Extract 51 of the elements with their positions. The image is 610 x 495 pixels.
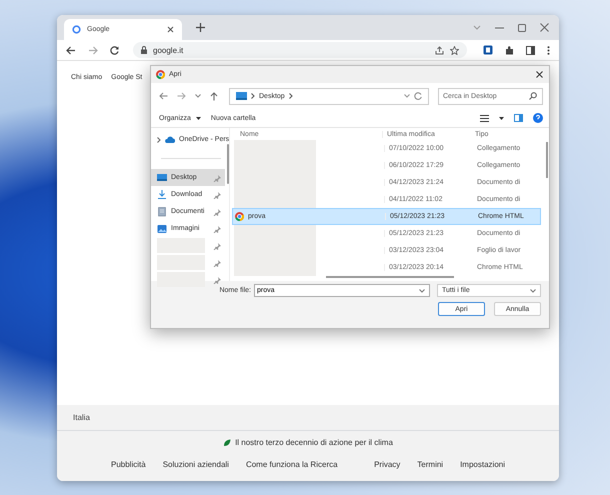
scrollbar-thumb[interactable] [227,144,229,184]
cloud-icon [165,134,175,144]
address-bar[interactable]: google.it [133,42,467,58]
forward-icon[interactable] [88,46,98,54]
leaf-icon [223,438,232,446]
footer-link[interactable]: Pubblicità [111,460,146,469]
more-icon[interactable] [547,46,550,54]
forward-icon[interactable] [177,92,186,100]
climate-link[interactable]: Il nostro terzo decennio di azione per il clima [235,438,393,447]
chevron-down-icon [530,288,536,292]
close-icon[interactable] [536,71,543,78]
chevron-down-icon[interactable] [404,94,410,98]
download-icon [157,190,167,200]
caret-icon [196,116,201,120]
footer-link[interactable]: Privacy [374,460,400,469]
country-label: Italia [57,405,559,431]
caret-icon[interactable] [499,116,504,120]
scrollbar-thumb[interactable] [326,276,454,278]
chrome-logo-icon [156,70,165,79]
maximize-icon[interactable] [518,24,526,32]
desktop-folder-icon [236,92,247,100]
image-folder-icon [157,224,167,234]
expand-chevron-icon [157,136,161,142]
help-icon[interactable] [533,113,543,123]
chevron-down-icon[interactable] [195,94,201,98]
scrollbar-thumb[interactable] [546,142,548,178]
desktop-folder-icon [157,172,167,182]
refresh-icon[interactable] [414,92,422,100]
share-icon[interactable] [435,46,444,54]
close-icon[interactable] [167,26,174,33]
footer-link[interactable]: Termini [417,460,444,469]
up-icon[interactable] [210,92,218,100]
chevron-right-icon [251,93,255,99]
lock-icon [141,46,147,54]
star-icon[interactable] [450,46,459,54]
footer-link[interactable]: Come funziona la Ricerca [246,460,338,469]
chevron-down-icon [419,289,425,293]
back-icon[interactable] [66,46,76,54]
extension-icon[interactable] [483,45,493,55]
footer-link[interactable]: Soluzioni aziendali [162,460,229,469]
view-list-icon[interactable] [480,114,489,122]
new-tab-icon[interactable] [196,23,205,32]
preview-pane-icon[interactable] [514,114,523,122]
chrome-logo-icon [235,212,244,221]
minimize-icon[interactable] [495,26,504,28]
side-panel-icon[interactable] [526,46,535,54]
document-icon [157,206,167,216]
footer-link[interactable]: Impostazioni [460,460,505,469]
chevron-right-icon [288,93,293,99]
search-icon [529,92,537,100]
reload-icon[interactable] [110,46,119,54]
